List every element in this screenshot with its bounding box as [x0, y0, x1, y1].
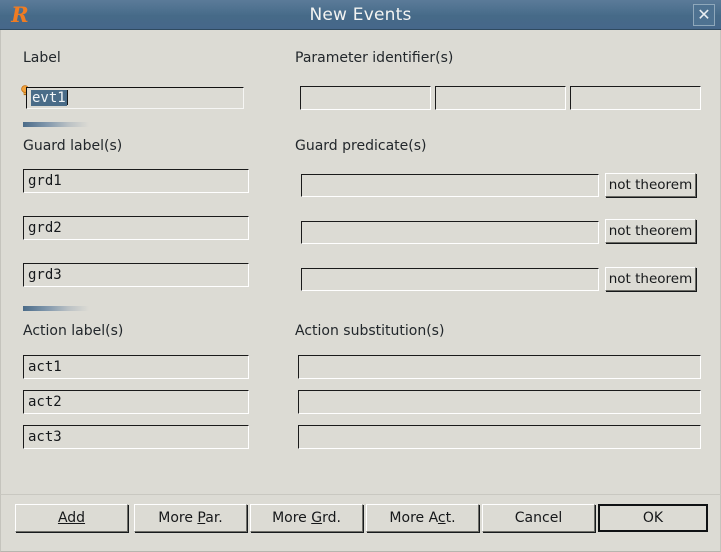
- guard-theorem-toggle-1-label: not theorem: [609, 177, 693, 193]
- parameter-input-2[interactable]: [435, 86, 566, 110]
- guard-theorem-toggle-3-label: not theorem: [609, 271, 693, 287]
- guard-label-input-2-value: grd2: [24, 217, 62, 240]
- guard-label-input-1-value: grd1: [24, 170, 62, 193]
- more-par-button-label: More Par.: [158, 510, 222, 526]
- action-label-input-2-value: act2: [24, 391, 62, 414]
- action-substitution-input-3[interactable]: [298, 425, 701, 449]
- parameter-input-3[interactable]: [570, 86, 701, 110]
- action-label-input-1-value: act1: [24, 356, 62, 379]
- guard-theorem-toggle-2-label: not theorem: [609, 223, 693, 239]
- action-substitutions-heading: Action substitution(s): [295, 323, 444, 339]
- guard-predicate-input-3[interactable]: [301, 268, 599, 291]
- new-events-dialog: R New Events ✕ Label Parameter identifie…: [0, 0, 721, 552]
- action-labels-heading: Action label(s): [23, 323, 123, 339]
- separator-guards: [23, 122, 89, 127]
- add-button[interactable]: Add: [15, 504, 128, 532]
- separator-actions: [23, 306, 89, 311]
- cancel-button[interactable]: Cancel: [482, 504, 595, 532]
- text-caret: [67, 90, 68, 105]
- guard-label-input-2[interactable]: grd2: [23, 216, 249, 240]
- guard-theorem-toggle-1[interactable]: not theorem: [605, 173, 696, 197]
- dialog-button-bar: Add More Par. More Grd. More Act. Cancel…: [0, 494, 721, 552]
- guard-predicate-input-2[interactable]: [301, 221, 599, 244]
- more-act-button-label: More Act.: [389, 510, 455, 526]
- action-label-input-1[interactable]: act1: [23, 355, 249, 379]
- action-substitution-input-1[interactable]: [298, 355, 701, 379]
- guard-theorem-toggle-2[interactable]: not theorem: [605, 219, 696, 243]
- guard-labels-heading: Guard label(s): [23, 138, 122, 154]
- guard-label-input-3[interactable]: grd3: [23, 263, 249, 287]
- action-label-input-3[interactable]: act3: [23, 425, 249, 449]
- ok-button[interactable]: OK: [598, 504, 708, 532]
- guard-label-input-1[interactable]: grd1: [23, 169, 249, 193]
- label-input-value: evt1: [31, 90, 67, 106]
- guard-theorem-toggle-3[interactable]: not theorem: [605, 267, 696, 291]
- ok-button-label: OK: [643, 510, 663, 526]
- parameter-identifiers-heading: Parameter identifier(s): [295, 50, 453, 66]
- action-label-input-2[interactable]: act2: [23, 390, 249, 414]
- action-label-input-3-value: act3: [24, 426, 62, 449]
- more-act-button[interactable]: More Act.: [366, 504, 479, 532]
- guard-predicates-heading: Guard predicate(s): [295, 138, 426, 154]
- dialog-content: Label Parameter identifier(s) evt1 Guard…: [0, 30, 721, 494]
- guard-label-input-3-value: grd3: [24, 264, 62, 287]
- close-icon: ✕: [694, 5, 714, 25]
- title-bar: R New Events ✕: [0, 0, 721, 30]
- cancel-button-label: Cancel: [515, 510, 562, 526]
- more-grd-button-label: More Grd.: [272, 510, 341, 526]
- more-par-button[interactable]: More Par.: [134, 504, 247, 532]
- label-input[interactable]: evt1: [26, 87, 244, 109]
- more-grd-button[interactable]: More Grd.: [250, 504, 363, 532]
- close-button[interactable]: ✕: [693, 4, 715, 26]
- parameter-input-1[interactable]: [300, 86, 431, 110]
- guard-predicate-input-1[interactable]: [301, 174, 599, 197]
- action-substitution-input-2[interactable]: [298, 390, 701, 414]
- add-button-label: Add: [58, 510, 85, 526]
- label-heading: Label: [23, 50, 61, 66]
- window-title: New Events: [0, 0, 721, 30]
